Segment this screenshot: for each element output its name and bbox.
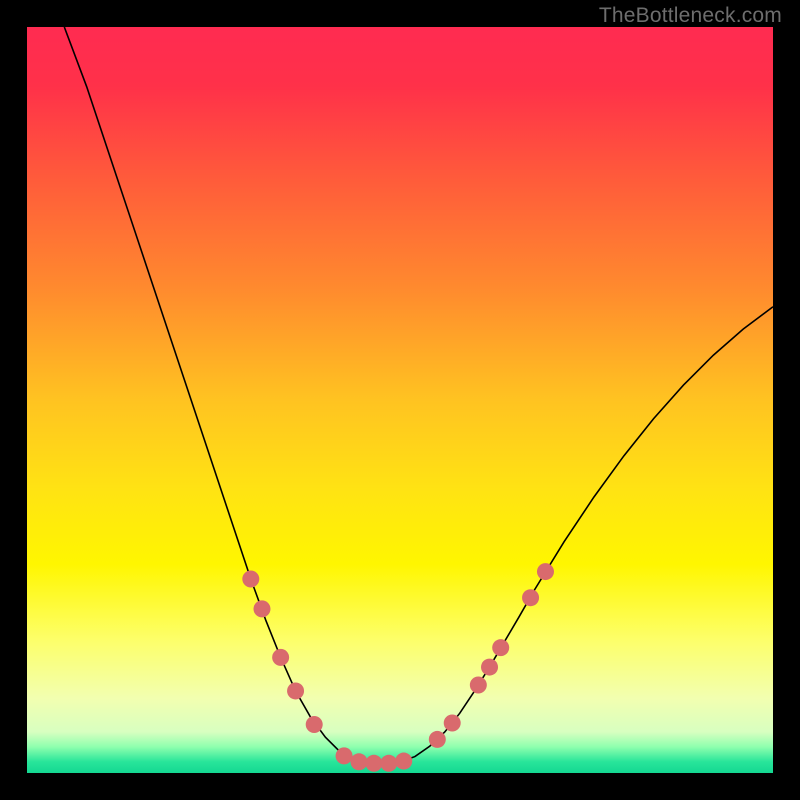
curve-dot xyxy=(306,716,323,733)
curve-dot xyxy=(470,676,487,693)
curve-dot xyxy=(522,589,539,606)
curve-dot xyxy=(429,731,446,748)
curve-dots xyxy=(242,563,554,772)
bottleneck-curve xyxy=(64,27,773,763)
watermark-label: TheBottleneck.com xyxy=(599,4,782,28)
curve-dot xyxy=(492,639,509,656)
curve-dot xyxy=(537,563,554,580)
curve-dot xyxy=(444,715,461,732)
curve-dot xyxy=(336,747,353,764)
curve-overlay xyxy=(27,27,773,773)
curve-dot xyxy=(481,659,498,676)
curve-dot xyxy=(350,753,367,770)
curve-dot xyxy=(365,755,382,772)
curve-dot xyxy=(242,571,259,588)
chart-frame: TheBottleneck.com xyxy=(0,0,800,800)
curve-dot xyxy=(380,755,397,772)
plot-area xyxy=(27,27,773,773)
curve-dot xyxy=(287,682,304,699)
curve-dot xyxy=(395,753,412,770)
curve-dot xyxy=(272,649,289,666)
curve-dot xyxy=(253,600,270,617)
